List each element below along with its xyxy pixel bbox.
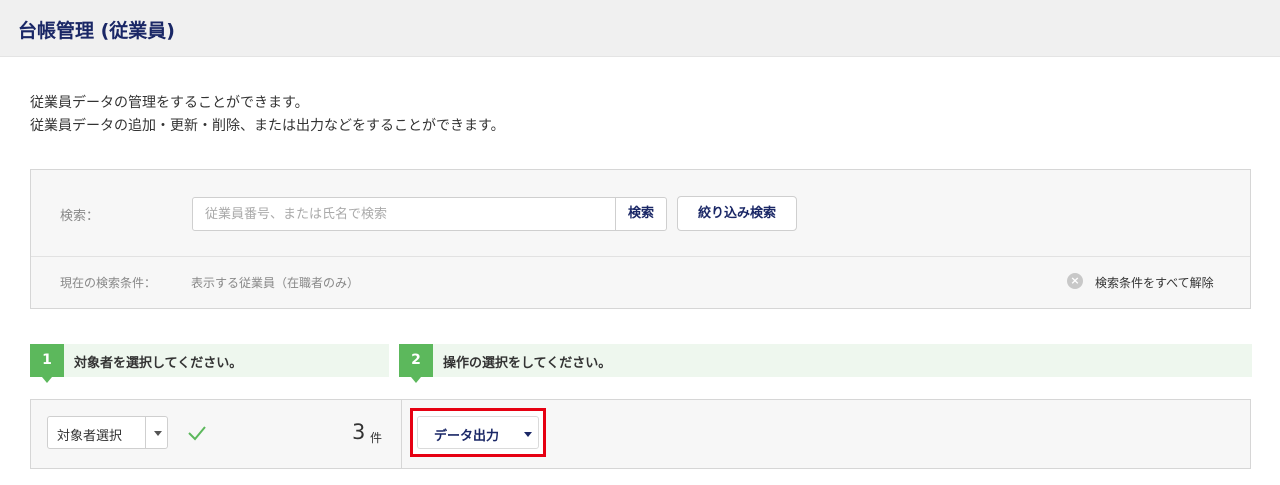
- data-export-button[interactable]: データ出力: [417, 416, 539, 449]
- panel-divider: [401, 400, 402, 468]
- description-line-1: 従業員データの管理をすることができます。: [30, 95, 309, 111]
- target-select-label: 対象者選択: [57, 429, 123, 444]
- step-number-badge: 2: [399, 344, 433, 383]
- step-label: 対象者を選択してください。: [74, 356, 243, 371]
- clear-conditions-link[interactable]: 検索条件をすべて解除: [1095, 274, 1214, 291]
- search-button[interactable]: 検索: [615, 197, 667, 231]
- search-input[interactable]: [192, 197, 616, 231]
- panel-divider: [31, 256, 1250, 257]
- search-label: 検索：: [60, 209, 100, 224]
- selected-count-unit: 件: [370, 431, 383, 445]
- filter-search-button[interactable]: 絞り込み検索: [677, 196, 797, 231]
- data-export-label: データ出力: [434, 429, 500, 444]
- check-icon: [188, 426, 206, 441]
- search-condition-label: 現在の検索条件：: [60, 276, 157, 290]
- step-1-header: 1 対象者を選択してください。: [30, 344, 389, 383]
- dropdown-separator: [145, 417, 146, 448]
- page-description: 従業員データの管理をすることができます。 従業員データの追加・更新・削除、または…: [30, 92, 505, 138]
- target-select-dropdown[interactable]: 対象者選択: [47, 416, 168, 449]
- selected-count: 3: [352, 420, 366, 444]
- step-number-badge: 1: [30, 344, 64, 383]
- page-header: 台帳管理 (従業員): [0, 0, 1280, 57]
- step-label: 操作の選択をしてください。: [443, 356, 612, 371]
- search-condition-value: 表示する従業員（在職者のみ）: [191, 276, 360, 290]
- step-2-header: 2 操作の選択をしてください。: [399, 344, 1252, 383]
- search-panel: 検索： 検索 絞り込み検索 現在の検索条件： 表示する従業員（在職者のみ） × …: [30, 169, 1251, 309]
- close-circle-icon[interactable]: ×: [1067, 273, 1083, 289]
- description-line-2: 従業員データの追加・更新・削除、または出力などをすることができます。: [30, 118, 505, 134]
- page-title: 台帳管理 (従業員): [18, 20, 175, 42]
- caret-down-icon: [524, 432, 532, 437]
- operation-panel: 対象者選択 3 件: [30, 399, 1251, 469]
- highlight-frame: データ出力: [410, 408, 546, 457]
- chevron-down-icon[interactable]: [154, 431, 162, 436]
